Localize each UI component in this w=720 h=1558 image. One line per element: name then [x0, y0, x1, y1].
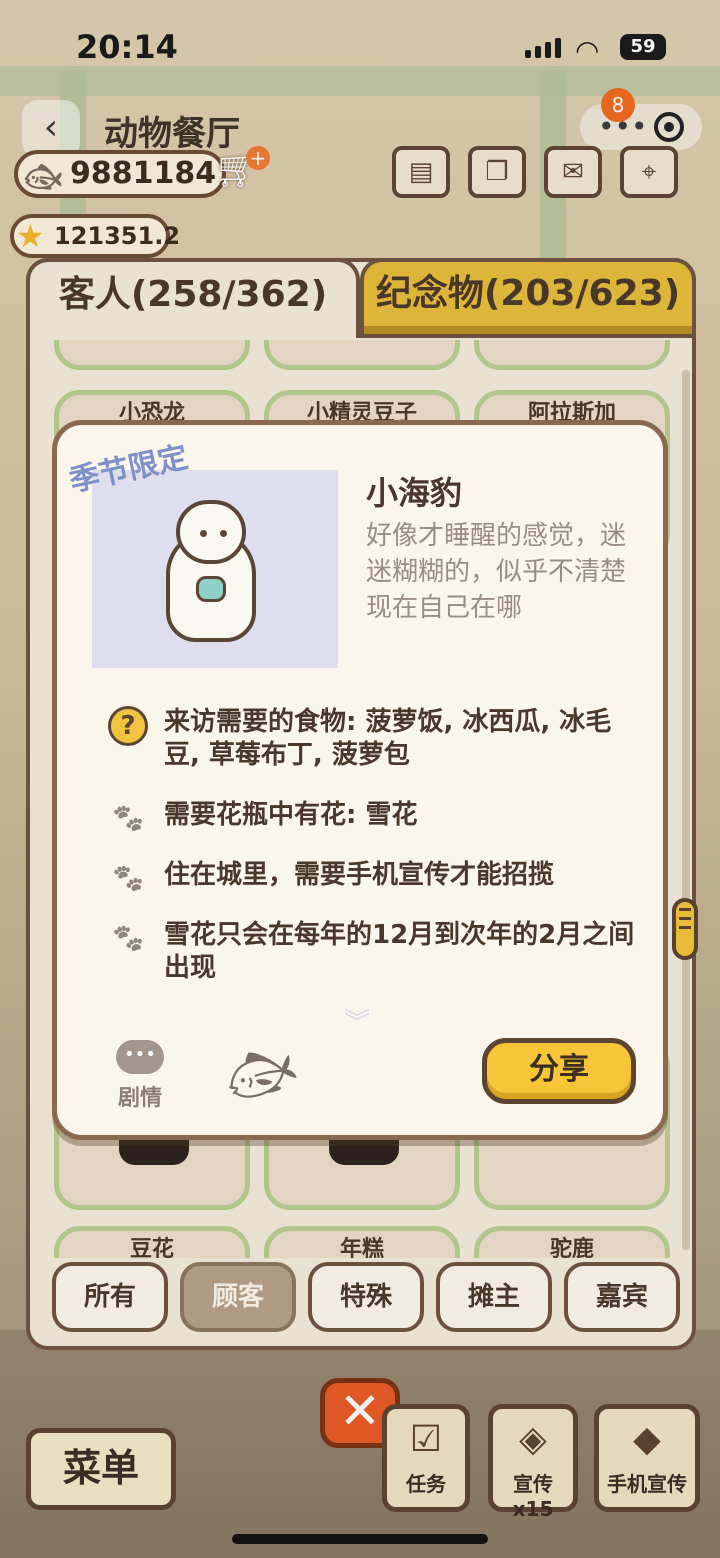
guest-description: 好像才睡醒的感觉，迷迷糊糊的，似乎不清楚现在自己在哪 — [366, 521, 627, 623]
seal-illustration — [166, 500, 256, 646]
story-button[interactable]: ••• 剧情 — [116, 1040, 164, 1112]
question-icon: ? — [108, 706, 148, 746]
paw-icon: 🐾︎ — [110, 802, 146, 835]
requirement-item: 🐾︎ 雪花只会在每年的12月到次年的2月之间出现 — [108, 919, 638, 985]
paw-icon: 🐾︎ — [110, 862, 146, 895]
guest-portrait — [92, 470, 338, 668]
share-button[interactable]: 分享 — [482, 1038, 636, 1104]
requirement-item: 🐾︎ 住在城里，需要手机宣传才能招揽 — [108, 859, 638, 895]
requirement-item: ? 来访需要的食物: 菠萝饭, 冰西瓜, 冰毛豆, 草莓布丁, 菠萝包 — [108, 706, 638, 772]
chat-bubble-icon: ••• — [116, 1040, 164, 1074]
chevron-down-icon: ︾ — [344, 1008, 371, 1038]
requirement-list: ? 来访需要的食物: 菠萝饭, 冰西瓜, 冰毛豆, 草莓布丁, 菠萝包 🐾︎ 需… — [108, 706, 638, 1012]
paw-icon: 🐾︎ — [110, 922, 146, 955]
requirement-item: 🐾︎ 需要花瓶中有花: 雪花 — [108, 799, 638, 835]
guest-name-title: 小海豹 — [366, 474, 463, 512]
